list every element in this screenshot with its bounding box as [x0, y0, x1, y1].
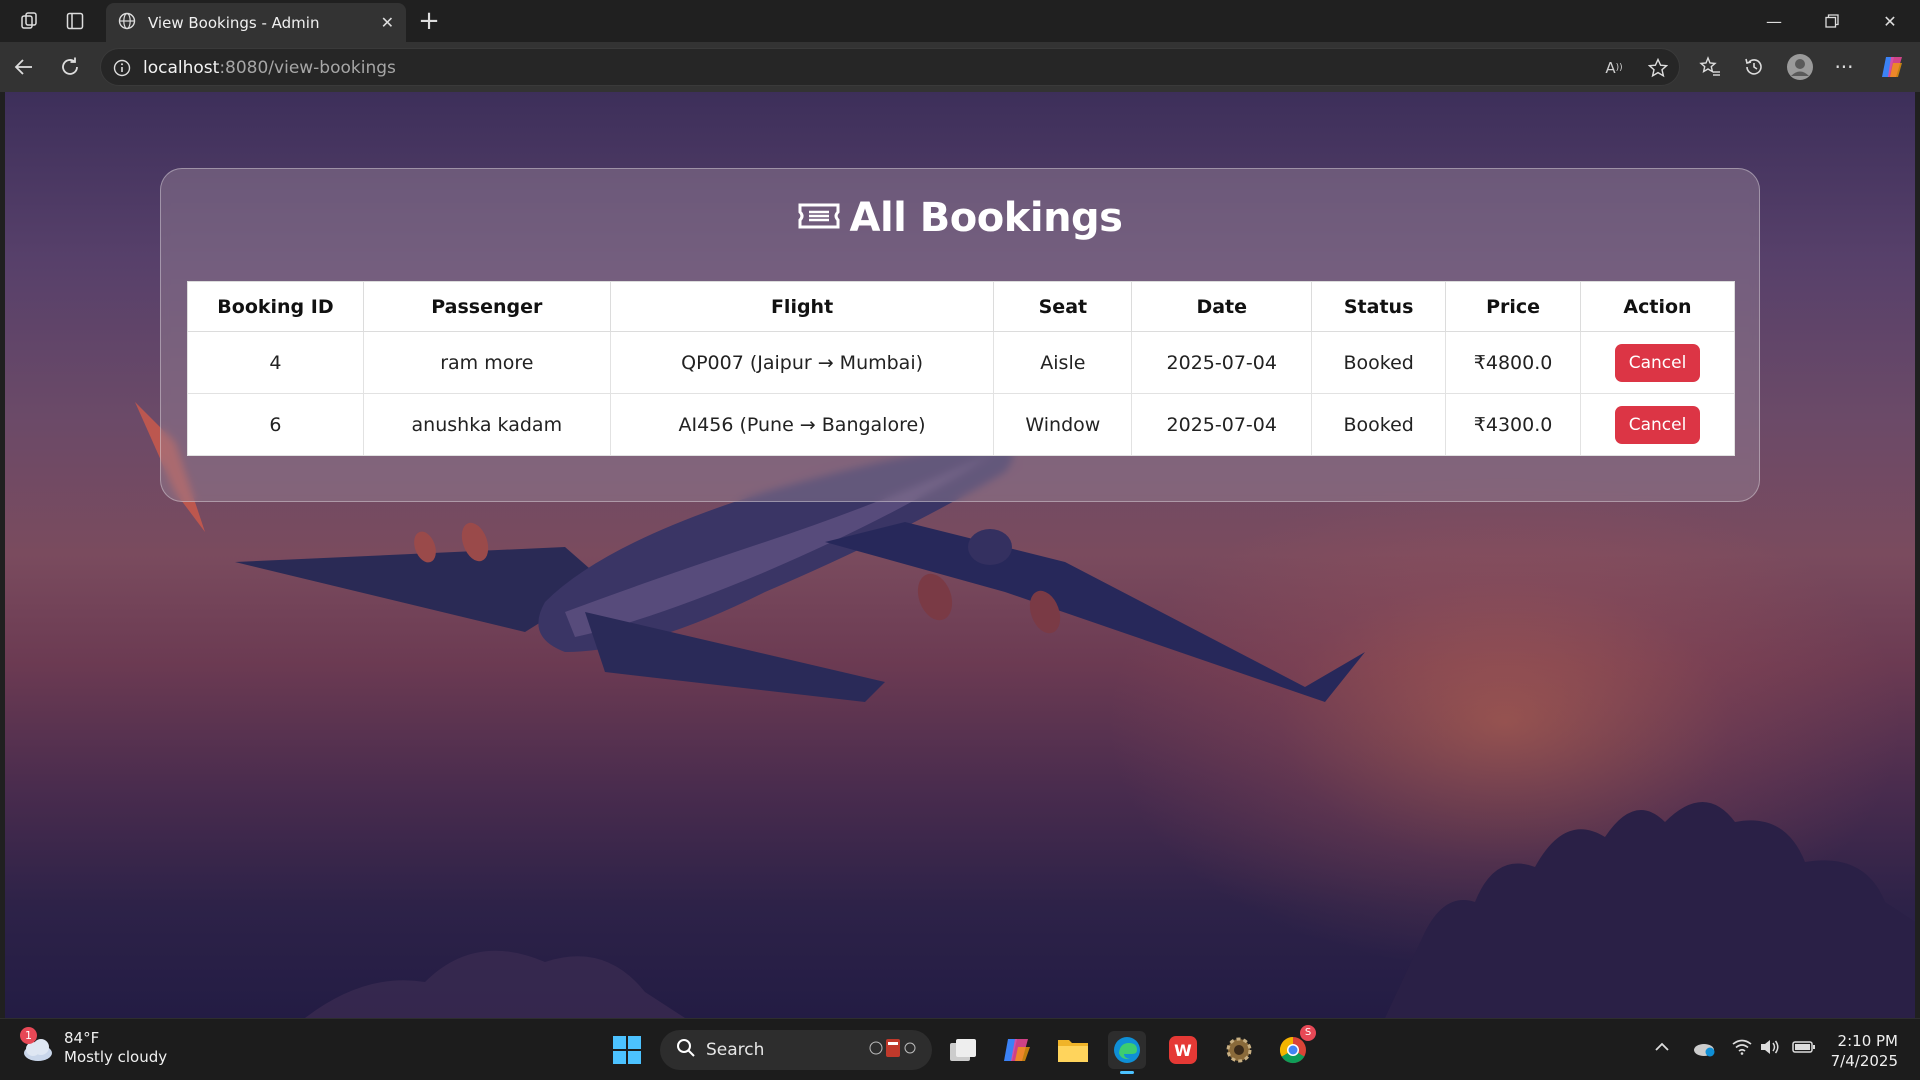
page-title: All Bookings — [161, 195, 1759, 241]
column-header-flight: Flight — [609, 281, 995, 332]
refresh-icon[interactable] — [56, 53, 84, 81]
close-tab-icon[interactable]: ✕ — [381, 13, 394, 32]
cell-price: ₹4300.0 — [1445, 393, 1582, 456]
settings-gear-icon[interactable] — [1220, 1031, 1258, 1069]
cell-passenger: anushka kadam — [362, 393, 611, 456]
copilot-taskbar-icon[interactable] — [998, 1031, 1036, 1069]
favorites-icon[interactable] — [1696, 53, 1724, 81]
ticket-icon — [798, 201, 840, 235]
cell-booking-id: 4 — [187, 331, 364, 394]
search-icon — [676, 1038, 696, 1063]
read-aloud-icon[interactable]: A)) — [1603, 57, 1625, 79]
onedrive-cloud-icon[interactable] — [1692, 1039, 1716, 1061]
browser-titlebar: View Bookings - Admin ✕ + — ✕ — [0, 0, 1920, 42]
column-header-date: Date — [1131, 281, 1313, 332]
cell-booking-id: 6 — [187, 393, 364, 456]
column-header-action: Action — [1580, 281, 1735, 332]
file-explorer-icon[interactable] — [1054, 1031, 1092, 1069]
url-host: localhost — [143, 58, 220, 78]
temperature-text: 84°F — [64, 1029, 100, 1047]
cell-action: Cancel — [1580, 393, 1735, 456]
column-header-passenger: Passenger — [362, 281, 611, 332]
cell-date: 2025-07-04 — [1131, 331, 1313, 394]
page-viewport: All Bookings Booking ID Passenger Flight… — [5, 92, 1915, 1018]
search-highlight-icon — [866, 1036, 918, 1065]
more-options-icon[interactable]: ··· — [1830, 53, 1858, 81]
column-header-price: Price — [1445, 281, 1582, 332]
search-label: Search — [706, 1040, 765, 1060]
table-row: 6 anushka kadam AI456 (Pune → Bangalore)… — [187, 393, 1735, 456]
cancel-booking-button[interactable]: Cancel — [1614, 343, 1701, 382]
profile-avatar-icon[interactable] — [1786, 53, 1814, 81]
weather-condition-text: Mostly cloudy — [64, 1048, 168, 1066]
system-clock[interactable]: 2:10 PM 7/4/2025 — [1831, 1031, 1898, 1071]
history-icon[interactable] — [1740, 53, 1768, 81]
cloud-icon: 1 — [20, 1027, 54, 1065]
minimize-button[interactable]: — — [1752, 6, 1796, 36]
taskbar-search[interactable]: Search — [660, 1030, 932, 1070]
cell-passenger: ram more — [362, 331, 611, 394]
column-header-status: Status — [1311, 281, 1447, 332]
column-header-seat: Seat — [993, 281, 1133, 332]
workspaces-icon[interactable] — [16, 8, 42, 34]
cell-status: Booked — [1311, 393, 1447, 456]
column-header-booking-id: Booking ID — [187, 281, 364, 332]
cell-flight: AI456 (Pune → Bangalore) — [609, 393, 995, 456]
favorite-star-icon[interactable] — [1647, 57, 1669, 79]
back-icon[interactable] — [10, 53, 38, 81]
cell-flight: QP007 (Jaipur → Mumbai) — [609, 331, 995, 394]
show-hidden-icons-chevron-icon[interactable] — [1654, 1039, 1670, 1059]
wifi-icon[interactable] — [1732, 1039, 1752, 1059]
new-tab-button[interactable]: + — [414, 6, 444, 36]
task-view-icon[interactable] — [944, 1031, 982, 1069]
bookings-table: Booking ID Passenger Flight Seat Date St… — [187, 281, 1735, 456]
table-header-row: Booking ID Passenger Flight Seat Date St… — [187, 281, 1735, 332]
globe-icon — [118, 12, 136, 34]
volume-icon[interactable] — [1760, 1039, 1780, 1059]
chrome-profile-badge: S — [1300, 1025, 1316, 1041]
cell-price: ₹4800.0 — [1445, 331, 1582, 394]
vertical-tabs-icon[interactable] — [62, 8, 88, 34]
tab-title: View Bookings - Admin — [148, 13, 320, 32]
wps-office-icon[interactable]: W — [1164, 1031, 1202, 1069]
url-path: :8080/view-bookings — [219, 58, 396, 78]
page-heading: All Bookings — [849, 195, 1123, 241]
cell-date: 2025-07-04 — [1131, 393, 1313, 456]
browser-toolbar: localhost:8080/view-bookings A)) ··· — [0, 42, 1920, 92]
cancel-booking-button[interactable]: Cancel — [1614, 405, 1701, 444]
cell-seat: Window — [993, 393, 1133, 456]
info-icon[interactable] — [111, 57, 133, 79]
table-row: 4 ram more QP007 (Jaipur → Mumbai) Aisle… — [187, 331, 1735, 394]
cell-action: Cancel — [1580, 331, 1735, 394]
chrome-browser-icon[interactable]: S — [1274, 1025, 1316, 1069]
copilot-icon[interactable] — [1878, 53, 1906, 81]
weather-badge: 1 — [20, 1027, 37, 1044]
weather-widget[interactable]: 1 84°F Mostly cloudy — [20, 1027, 168, 1067]
url-text[interactable]: localhost:8080/view-bookings — [143, 58, 396, 78]
edge-browser-icon[interactable] — [1108, 1031, 1146, 1074]
active-app-indicator — [1120, 1071, 1134, 1074]
browser-tab[interactable]: View Bookings - Admin ✕ — [106, 3, 406, 42]
address-bar[interactable]: localhost:8080/view-bookings A)) — [100, 48, 1680, 86]
close-window-button[interactable]: ✕ — [1868, 6, 1912, 36]
start-button[interactable] — [608, 1031, 646, 1069]
cell-seat: Aisle — [993, 331, 1133, 394]
battery-icon[interactable] — [1792, 1039, 1816, 1059]
clock-time: 2:10 PM — [1837, 1032, 1898, 1050]
bookings-card: All Bookings Booking ID Passenger Flight… — [160, 168, 1760, 502]
windows-taskbar: 1 84°F Mostly cloudy Search W S 2:10 PM … — [0, 1018, 1920, 1080]
svg-text:W: W — [1174, 1041, 1192, 1060]
cell-status: Booked — [1311, 331, 1447, 394]
clock-date: 7/4/2025 — [1830, 1052, 1898, 1070]
restore-button[interactable] — [1810, 6, 1854, 36]
